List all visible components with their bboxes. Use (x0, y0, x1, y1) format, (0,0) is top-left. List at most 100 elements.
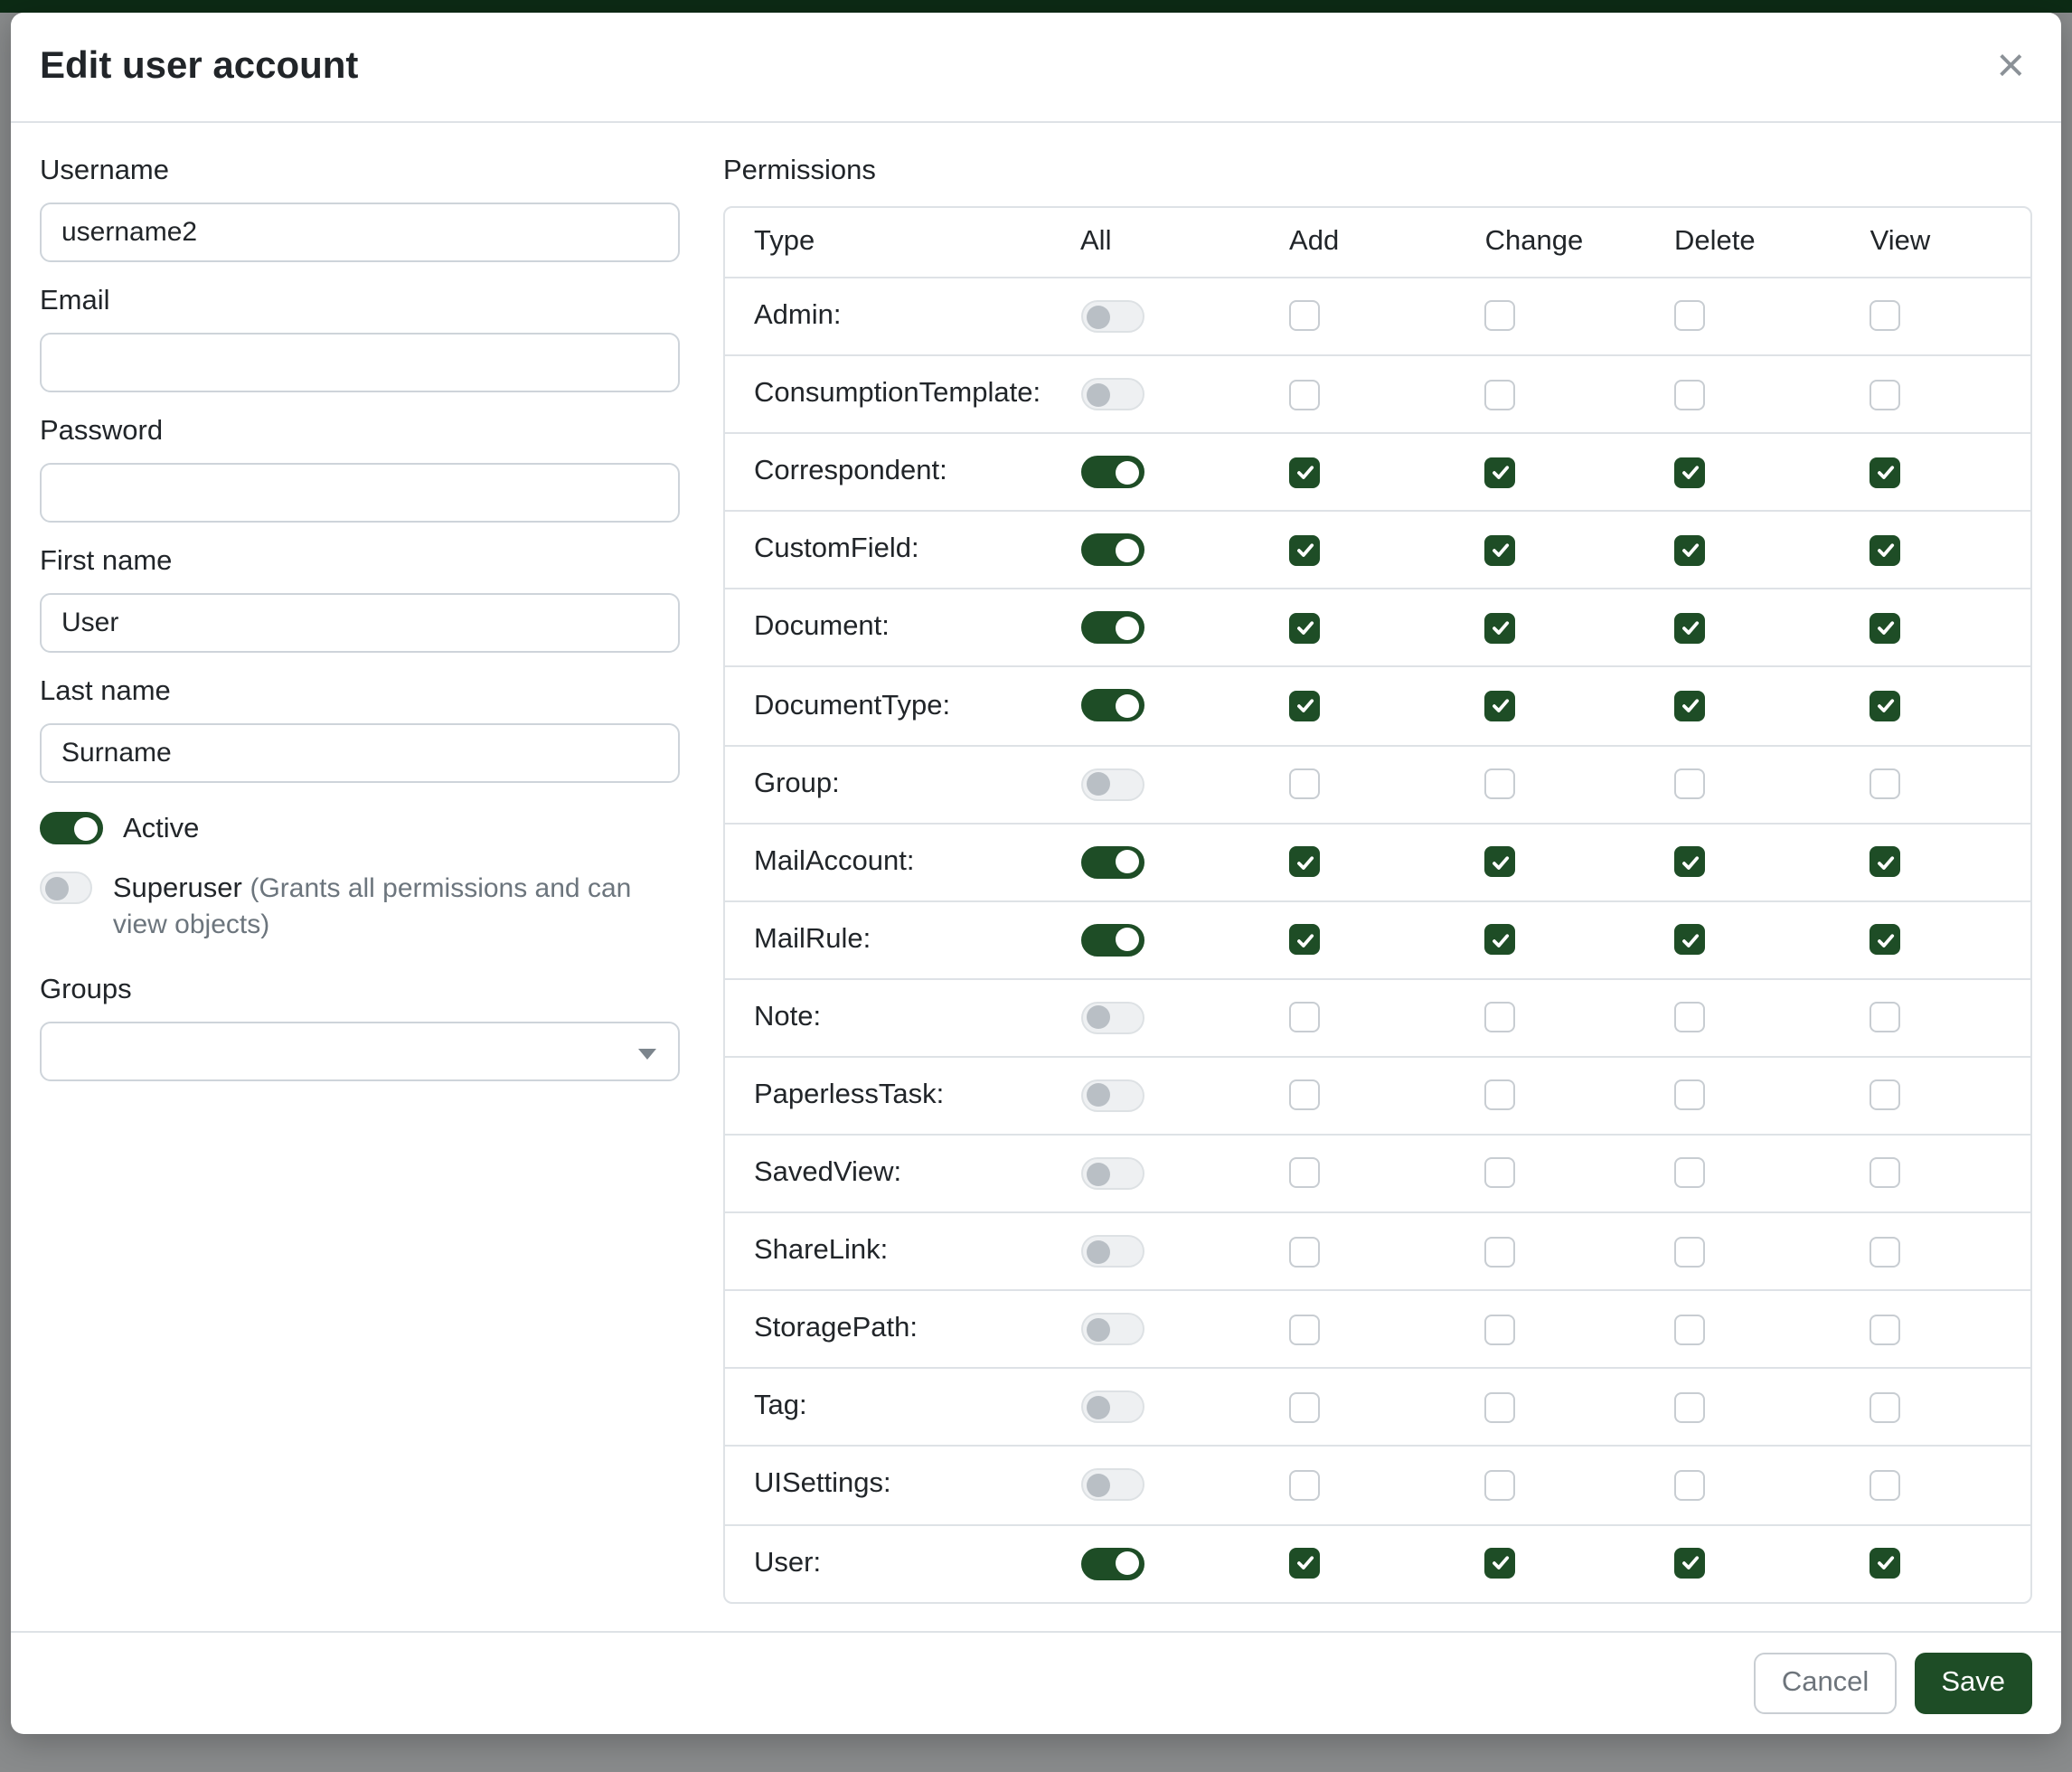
save-button[interactable]: Save (1914, 1653, 2032, 1714)
perm-delete-checkbox[interactable] (1674, 379, 1705, 410)
perm-all-toggle[interactable] (1080, 534, 1144, 567)
email-field[interactable] (40, 333, 680, 392)
perm-delete-checkbox[interactable] (1674, 457, 1705, 487)
perm-add-checkbox[interactable] (1289, 613, 1320, 644)
perm-add-checkbox[interactable] (1289, 1548, 1320, 1579)
perm-delete-checkbox[interactable] (1674, 1392, 1705, 1423)
perm-delete-checkbox[interactable] (1674, 768, 1705, 799)
perm-delete-checkbox[interactable] (1674, 924, 1705, 955)
perm-change-checkbox[interactable] (1485, 1236, 1516, 1267)
perm-all-toggle[interactable] (1080, 1391, 1144, 1424)
perm-delete-checkbox[interactable] (1674, 1314, 1705, 1344)
groups-select[interactable] (40, 1022, 680, 1081)
perm-add-checkbox[interactable] (1289, 1080, 1320, 1111)
perm-view-checkbox[interactable] (1870, 1158, 1901, 1189)
close-icon[interactable]: × (1989, 40, 2032, 90)
perm-add-checkbox[interactable] (1289, 301, 1320, 332)
perm-view-checkbox[interactable] (1870, 1470, 1901, 1501)
perm-view-checkbox[interactable] (1870, 1314, 1901, 1344)
perm-change-checkbox[interactable] (1485, 1003, 1516, 1033)
password-field[interactable] (40, 463, 680, 523)
perm-all-toggle[interactable] (1080, 1157, 1144, 1190)
perm-add-checkbox[interactable] (1289, 1314, 1320, 1344)
perm-view-checkbox[interactable] (1870, 301, 1901, 332)
perm-add-checkbox[interactable] (1289, 1158, 1320, 1189)
perm-change-checkbox[interactable] (1485, 457, 1516, 487)
perm-delete-checkbox[interactable] (1674, 613, 1705, 644)
perm-change-checkbox[interactable] (1485, 1314, 1516, 1344)
perm-delete-checkbox[interactable] (1674, 1080, 1705, 1111)
perm-add-checkbox[interactable] (1289, 768, 1320, 799)
perm-all-toggle[interactable] (1080, 1547, 1144, 1579)
perm-change-checkbox[interactable] (1485, 924, 1516, 955)
perm-view-checkbox[interactable] (1870, 691, 1901, 721)
perm-all-toggle[interactable] (1080, 1079, 1144, 1112)
perm-delete-checkbox[interactable] (1674, 691, 1705, 721)
perm-add-checkbox[interactable] (1289, 924, 1320, 955)
perm-view-checkbox[interactable] (1870, 1392, 1901, 1423)
perm-change-checkbox[interactable] (1485, 379, 1516, 410)
perm-change-checkbox[interactable] (1485, 691, 1516, 721)
perm-all-toggle[interactable] (1080, 690, 1144, 722)
perm-add-checkbox[interactable] (1289, 1003, 1320, 1033)
perm-add-checkbox[interactable] (1289, 379, 1320, 410)
perm-change-checkbox[interactable] (1485, 301, 1516, 332)
perm-change-checkbox[interactable] (1485, 1548, 1516, 1579)
perm-all-toggle[interactable] (1080, 456, 1144, 488)
perm-add-checkbox[interactable] (1289, 846, 1320, 877)
switch-knob (1086, 1317, 1109, 1341)
switch-knob (1115, 694, 1138, 718)
perm-all-toggle[interactable] (1080, 1002, 1144, 1034)
perm-add-checkbox[interactable] (1289, 534, 1320, 565)
perm-view-checkbox[interactable] (1870, 846, 1901, 877)
perm-delete-checkbox[interactable] (1674, 1158, 1705, 1189)
last-name-input[interactable] (40, 723, 680, 783)
perm-all-toggle[interactable] (1080, 612, 1144, 645)
perm-delete-checkbox[interactable] (1674, 1003, 1705, 1033)
perm-view-checkbox[interactable] (1870, 534, 1901, 565)
perm-view-checkbox[interactable] (1870, 613, 1901, 644)
permission-row: UISettings: (725, 1447, 2030, 1524)
cancel-button[interactable]: Cancel (1755, 1653, 1897, 1714)
perm-all-toggle[interactable] (1080, 1469, 1144, 1502)
perm-add-checkbox[interactable] (1289, 1392, 1320, 1423)
perm-add-checkbox[interactable] (1289, 1236, 1320, 1267)
perm-view-checkbox[interactable] (1870, 1548, 1901, 1579)
perm-view-checkbox[interactable] (1870, 768, 1901, 799)
perm-view-checkbox[interactable] (1870, 924, 1901, 955)
perm-delete-checkbox[interactable] (1674, 301, 1705, 332)
perm-delete-checkbox[interactable] (1674, 534, 1705, 565)
perm-all-toggle[interactable] (1080, 768, 1144, 800)
perm-change-checkbox[interactable] (1485, 534, 1516, 565)
perm-change-checkbox[interactable] (1485, 1158, 1516, 1189)
superuser-toggle[interactable] (40, 872, 93, 904)
switch-knob (1115, 617, 1138, 640)
perm-add-checkbox[interactable] (1289, 457, 1320, 487)
perm-change-checkbox[interactable] (1485, 768, 1516, 799)
first-name-input[interactable] (40, 593, 680, 653)
perm-change-checkbox[interactable] (1485, 846, 1516, 877)
username-input[interactable] (40, 203, 680, 262)
perm-add-checkbox[interactable] (1289, 1470, 1320, 1501)
perm-delete-checkbox[interactable] (1674, 1548, 1705, 1579)
perm-add-checkbox[interactable] (1289, 691, 1320, 721)
perm-view-checkbox[interactable] (1870, 379, 1901, 410)
perm-all-toggle[interactable] (1080, 924, 1144, 957)
perm-all-toggle[interactable] (1080, 378, 1144, 410)
perm-delete-checkbox[interactable] (1674, 1470, 1705, 1501)
perm-view-checkbox[interactable] (1870, 1080, 1901, 1111)
perm-change-checkbox[interactable] (1485, 1392, 1516, 1423)
perm-all-toggle[interactable] (1080, 1235, 1144, 1268)
perm-change-checkbox[interactable] (1485, 1080, 1516, 1111)
perm-change-checkbox[interactable] (1485, 1470, 1516, 1501)
perm-change-checkbox[interactable] (1485, 613, 1516, 644)
perm-delete-checkbox[interactable] (1674, 1236, 1705, 1267)
perm-all-toggle[interactable] (1080, 1313, 1144, 1345)
perm-view-checkbox[interactable] (1870, 1236, 1901, 1267)
perm-all-toggle[interactable] (1080, 300, 1144, 333)
active-toggle[interactable] (40, 812, 103, 844)
perm-all-toggle[interactable] (1080, 845, 1144, 878)
perm-view-checkbox[interactable] (1870, 457, 1901, 487)
perm-delete-checkbox[interactable] (1674, 846, 1705, 877)
perm-view-checkbox[interactable] (1870, 1003, 1901, 1033)
